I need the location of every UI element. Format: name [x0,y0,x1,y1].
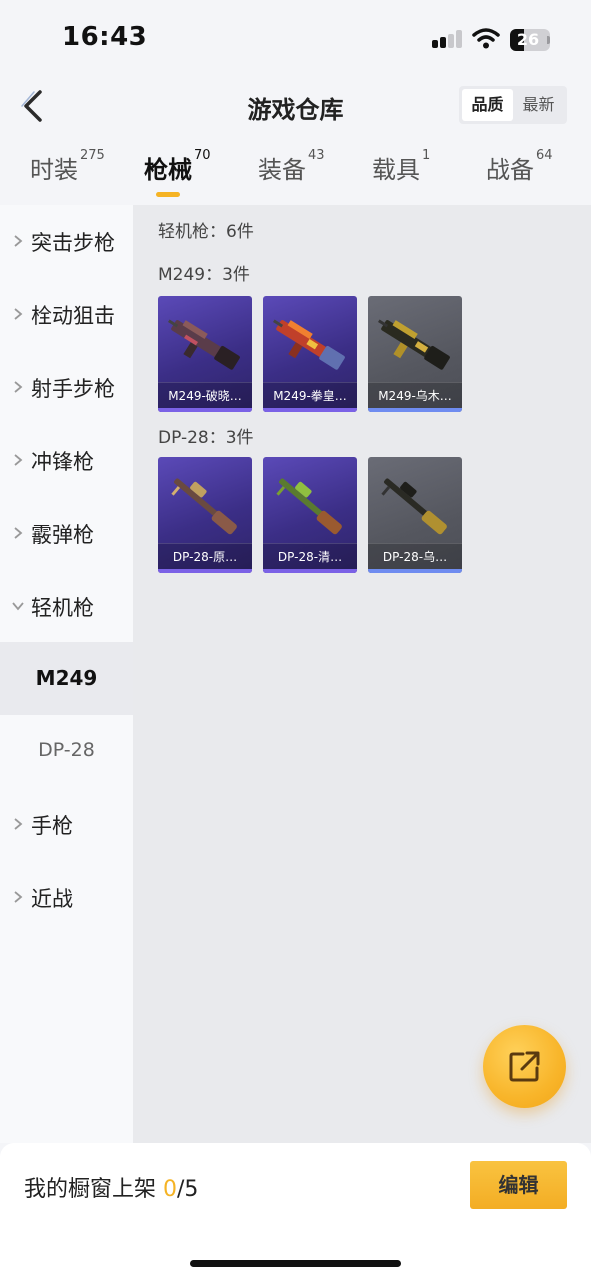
sidebar-subitem-label: DP-28 [38,739,95,761]
rarity-bar [263,408,357,412]
item-card[interactable]: DP-28-清… [263,457,357,573]
header: 游戏仓库 品质 最新 [0,80,591,132]
sidebar-item-melee[interactable]: 近战 [0,861,133,934]
rarity-bar [263,569,357,573]
chevron-right-icon [14,527,23,539]
tab-guns[interactable]: 枪械70 [144,148,211,185]
tab-equipment[interactable]: 装备43 [258,148,325,185]
sidebar-subitem-dp28[interactable]: DP-28 [0,715,133,788]
status-time: 16:43 [62,22,148,52]
tab-count: 64 [536,148,553,163]
m249-gun-icon [273,319,345,370]
category-tabs: 时装275 枪械70 装备43 载具1 战备64 [0,148,591,200]
edit-button[interactable]: 编辑 [470,1161,567,1209]
tab-count: 43 [308,148,325,163]
chevron-right-icon [14,235,23,247]
chevron-right-icon [14,308,23,320]
sidebar-item-label: 霰弹枪 [31,523,94,547]
shelf-status: 我的橱窗上架 0/5 [24,1171,198,1203]
sidebar-item-label: 突击步枪 [31,231,115,255]
rarity-bar [158,569,252,573]
category-summary: 轻机枪：6件 [158,222,254,242]
sidebar-subitem-m249[interactable]: M249 [0,642,133,715]
sidebar-item-lmg[interactable]: 轻机枪 [0,570,133,643]
wifi-icon [472,28,500,49]
item-card-label: M249-拳皇… [263,382,357,408]
item-card-label: DP-28-原… [158,543,252,569]
rarity-bar [368,408,462,412]
chevron-right-icon [14,381,23,393]
signal-icon [432,30,464,48]
sidebar-item-shotgun[interactable]: 霰弹枪 [0,497,133,570]
sidebar-item-marksman-rifle[interactable]: 射手步枪 [0,351,133,424]
battery-level: 26 [516,30,540,49]
rarity-bar [368,569,462,573]
tab-label: 载具 [372,156,420,184]
sidebar-item-label: 栓动狙击 [31,304,115,328]
sort-option-quality[interactable]: 品质 [462,89,513,121]
item-card-label: M249-破晓… [158,382,252,408]
tab-count: 1 [422,148,431,163]
chevron-right-icon [14,454,23,466]
shelf-label: 我的橱窗上架 [24,1177,157,1202]
item-card-label: M249-乌木… [368,382,462,408]
m249-gun-icon [168,319,240,370]
tab-label: 枪械 [144,156,192,184]
sidebar-item-assault-rifle[interactable]: 突击步枪 [0,205,133,278]
tab-vehicles[interactable]: 载具1 [372,148,431,185]
share-icon [509,1051,540,1082]
item-card[interactable]: M249-破晓… [158,296,252,412]
dp28-gun-icon [171,478,237,535]
tab-active-indicator [156,192,180,197]
sort-option-latest[interactable]: 最新 [513,89,564,121]
sort-toggle: 品质 最新 [459,86,567,124]
dp28-gun-icon [381,478,447,535]
item-card-label: DP-28-乌… [368,543,462,569]
status-bar: 16:43 26 [0,0,591,80]
sidebar-item-label: 手枪 [31,814,73,838]
tab-label: 战备 [486,156,534,184]
sidebar-subitem-label: M249 [35,666,98,690]
chevron-right-icon [14,891,23,903]
shelf-max: /5 [177,1177,199,1202]
rarity-bar [158,408,252,412]
item-card-label: DP-28-清… [263,543,357,569]
chevron-right-icon [14,818,23,830]
item-card[interactable]: DP-28-乌… [368,457,462,573]
sidebar-item-label: 冲锋枪 [31,450,94,474]
tab-count: 70 [194,148,211,163]
chevron-left-icon[interactable] [20,88,46,124]
sidebar-item-smg[interactable]: 冲锋枪 [0,424,133,497]
item-card[interactable]: M249-拳皇… [263,296,357,412]
share-button[interactable] [483,1025,566,1108]
sidebar: 突击步枪 栓动狙击 射手步枪 冲锋枪 霰弹枪 轻机枪 M249 DP-28 手枪… [0,205,133,1143]
item-grid-area: 轻机枪：6件 M249：3件 M249-破晓… M249-拳皇… M249-乌木… [133,205,591,1143]
home-indicator [190,1260,401,1267]
tab-label: 装备 [258,156,306,184]
tab-count: 275 [80,148,105,163]
sidebar-item-pistol[interactable]: 手枪 [0,788,133,861]
battery-icon: 26 [510,29,550,51]
group-title-dp28: DP-28：3件 [158,428,254,448]
item-card[interactable]: DP-28-原… [158,457,252,573]
sidebar-item-label: 近战 [31,887,73,911]
tab-label: 时装 [30,156,78,184]
item-card[interactable]: M249-乌木… [368,296,462,412]
tab-battle-gear[interactable]: 战备64 [486,148,553,185]
group-title-m249: M249：3件 [158,265,250,285]
tab-fashion[interactable]: 时装275 [30,148,105,185]
sidebar-item-label: 射手步枪 [31,377,115,401]
dp28-gun-icon [276,478,342,535]
sidebar-item-bolt-sniper[interactable]: 栓动狙击 [0,278,133,351]
sidebar-item-label: 轻机枪 [31,596,94,620]
chevron-down-icon [12,602,24,611]
bottom-bar: 我的橱窗上架 0/5 编辑 [0,1143,591,1280]
m249-gun-icon [378,319,450,370]
shelf-count: 0 [163,1177,178,1202]
